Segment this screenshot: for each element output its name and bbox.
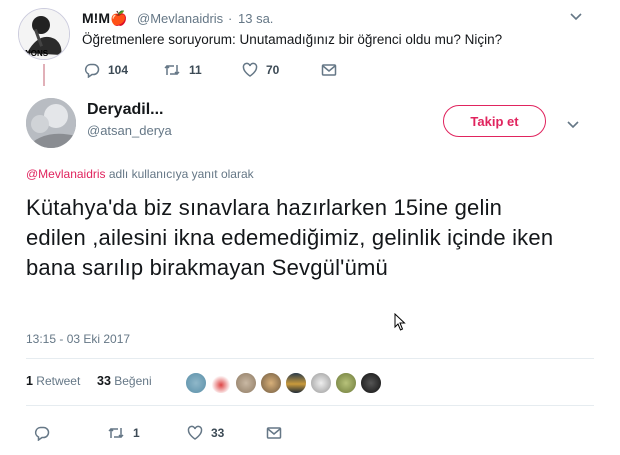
parent-reply-count: 104 [108, 63, 129, 77]
parent-author-name[interactable]: M!M🍎 [82, 10, 127, 27]
liker-avatar[interactable] [285, 372, 307, 394]
reply-context: @Mevlanaidris adlı kullanıcıya yanıt ola… [26, 167, 254, 181]
tweet-text: Kütahya'da biz sınavlara hazırlarken 15i… [26, 195, 554, 280]
envelope-icon [321, 62, 337, 78]
author-handle[interactable]: @atsan_derya [87, 123, 172, 138]
parent-like-button[interactable]: 70 [242, 62, 279, 78]
liker-avatar[interactable] [210, 372, 232, 394]
follow-button[interactable]: Takip et [443, 105, 546, 137]
liker-avatar[interactable] [260, 372, 282, 394]
like-stat-label: Beğeni [114, 374, 152, 388]
like-count: 33 [211, 426, 225, 440]
reply-icon [34, 425, 50, 441]
author-avatar[interactable] [26, 98, 76, 148]
liker-avatar[interactable] [185, 372, 207, 394]
parent-retweet-button[interactable]: 11 [163, 62, 202, 78]
like-stat-count: 33 [97, 374, 111, 388]
retweet-stat-label: Retweet [36, 374, 81, 388]
retweet-count: 1 [133, 426, 140, 440]
reply-icon [84, 62, 100, 78]
parent-like-count: 70 [266, 63, 280, 77]
reply-context-text: adlı kullanıcıya yanıt olarak [105, 167, 254, 181]
parent-avatar[interactable]: NONS [18, 8, 70, 60]
parent-author-handle[interactable]: @Mevlanaidris [137, 11, 223, 26]
like-button[interactable]: 33 [187, 425, 224, 441]
heart-icon [242, 62, 258, 78]
stats-divider-bottom [26, 405, 594, 406]
retweet-stat-count: 1 [26, 374, 33, 388]
author-name[interactable]: Deryadil... [87, 101, 163, 119]
parent-timestamp[interactable]: 13 sa. [238, 11, 273, 26]
engagement-stats: 1 Retweet 33 Beğeni [26, 374, 152, 388]
like-stat[interactable]: 33 Beğeni [97, 374, 152, 388]
parent-dm-button[interactable] [321, 62, 337, 78]
dm-button[interactable] [266, 425, 282, 441]
reply-mention-link[interactable]: @Mevlanaidris [26, 167, 106, 181]
parent-chevron-down-icon[interactable] [568, 8, 584, 24]
mouse-cursor-icon [394, 312, 406, 336]
heart-icon [187, 425, 203, 441]
tweet-chevron-down-icon[interactable] [565, 116, 581, 132]
liker-avatar[interactable] [335, 372, 357, 394]
retweet-icon [163, 62, 181, 78]
envelope-icon [266, 425, 282, 441]
svg-text:NONS: NONS [25, 49, 49, 58]
parent-reply-button[interactable]: 104 [84, 62, 128, 78]
liker-avatar[interactable] [235, 372, 257, 394]
tweet-timestamp[interactable]: 13:15 - 03 Eki 2017 [26, 332, 130, 346]
retweet-icon [107, 425, 125, 441]
stats-divider-top [26, 358, 594, 359]
liker-avatar[interactable] [310, 372, 332, 394]
reply-button[interactable] [34, 425, 50, 441]
retweet-button[interactable]: 1 [107, 425, 140, 441]
thread-connector [43, 64, 45, 86]
retweet-stat[interactable]: 1 Retweet [26, 374, 80, 388]
liker-avatar[interactable] [360, 372, 382, 394]
parent-separator: · [228, 11, 233, 26]
parent-tweet-text: Öğretmenlere soruyorum: Unutamadığınız b… [82, 32, 503, 47]
parent-retweet-count: 11 [189, 63, 202, 77]
